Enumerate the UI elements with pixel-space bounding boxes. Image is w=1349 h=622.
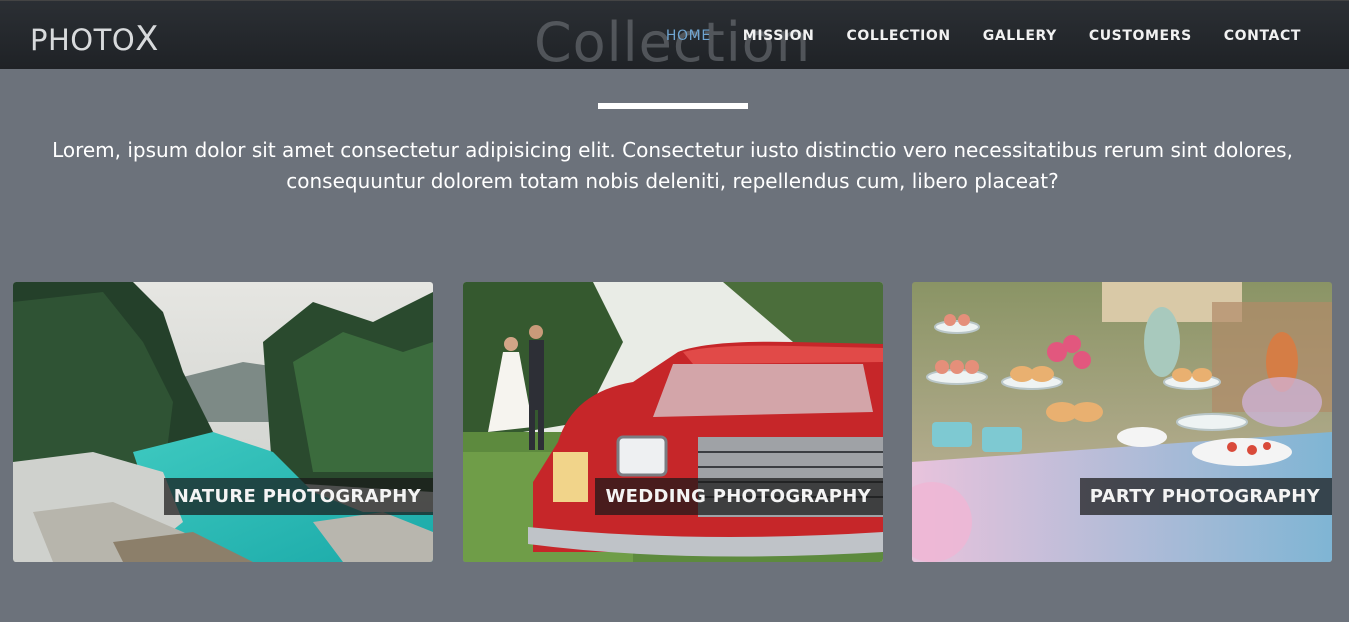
navbar: Collection PHOTOX HOME MISSION COLLECTIO… <box>0 0 1349 74</box>
nav-links: HOME MISSION COLLECTION GALLERY CUSTOMER… <box>666 28 1301 44</box>
brand-logo[interactable]: PHOTOX <box>30 19 159 59</box>
nav-mission[interactable]: MISSION <box>743 28 815 44</box>
nav-customers[interactable]: CUSTOMERS <box>1089 28 1192 44</box>
party-dessert-table-photo <box>912 282 1332 562</box>
card-nature[interactable]: NATURE PHOTOGRAPHY <box>13 282 433 562</box>
nav-home[interactable]: HOME <box>666 28 711 44</box>
nav-gallery[interactable]: GALLERY <box>983 28 1057 44</box>
nav-contact[interactable]: CONTACT <box>1224 28 1301 44</box>
section-intro: Lorem, ipsum dolor sit amet consectetur … <box>52 138 1293 193</box>
wedding-red-car-photo <box>463 282 883 562</box>
card-party[interactable]: PARTY PHOTOGRAPHY <box>912 282 1332 562</box>
title-underline <box>598 103 748 109</box>
nav-collection[interactable]: COLLECTION <box>847 28 951 44</box>
card-wedding[interactable]: WEDDING PHOTOGRAPHY <box>463 282 883 562</box>
brand-x: X <box>135 19 159 59</box>
brand-text: PHOTO <box>30 23 136 57</box>
river-forest-photo <box>13 282 433 562</box>
card-caption: NATURE PHOTOGRAPHY <box>163 478 433 515</box>
card-caption: WEDDING PHOTOGRAPHY <box>595 478 883 515</box>
card-caption: PARTY PHOTOGRAPHY <box>1079 478 1332 515</box>
